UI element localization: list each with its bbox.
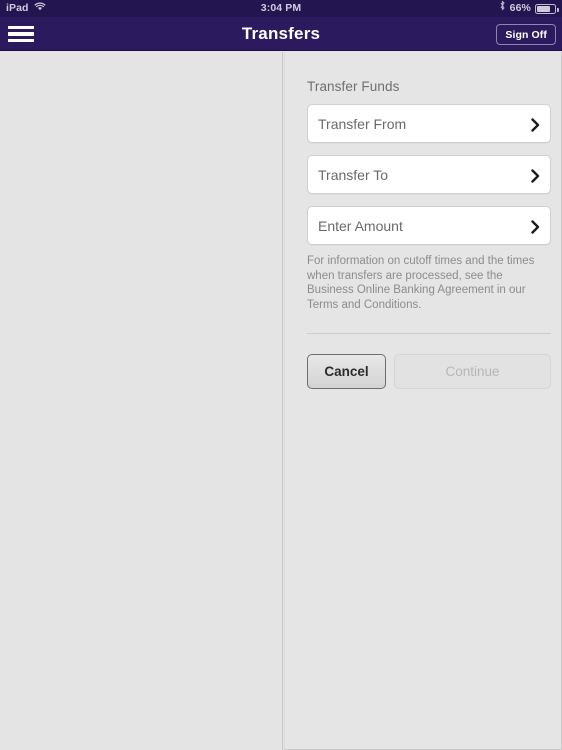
cancel-button[interactable]: Cancel [307,354,386,389]
chevron-right-icon [531,105,540,144]
bluetooth-icon [499,0,506,17]
section-divider [307,333,551,334]
transfer-from-field[interactable]: Transfer From [307,104,551,143]
app-root: iPad 3:04 PM 66% Transfers Sign Off Tran… [0,0,562,750]
chevron-right-icon [531,156,540,195]
enter-amount-label: Enter Amount [318,218,403,234]
continue-button[interactable]: Continue [394,354,551,389]
navigation-bar: Transfers Sign Off [0,17,562,51]
status-bar-right: 66% [499,0,559,17]
chevron-right-icon [531,207,540,246]
battery-icon [535,3,559,14]
transfer-to-label: Transfer To [318,167,389,183]
sign-off-button[interactable]: Sign Off [496,24,556,45]
cutoff-times-info-text: For information on cutoff times and the … [307,255,535,311]
content-area: Transfer Funds Transfer From Transfer To [0,52,562,750]
transfer-to-field[interactable]: Transfer To [307,155,551,194]
status-bar-clock: 3:04 PM [260,2,302,14]
page-title: Transfers [241,24,321,43]
transfer-funds-panel: Transfer Funds Transfer From Transfer To [284,52,562,750]
left-empty-pane [0,52,283,750]
battery-percent-label: 66% [509,2,531,14]
enter-amount-field[interactable]: Enter Amount [307,206,551,245]
section-title: Transfer Funds [307,79,400,94]
transfer-from-label: Transfer From [318,116,407,132]
status-bar: iPad 3:04 PM 66% [0,0,562,17]
